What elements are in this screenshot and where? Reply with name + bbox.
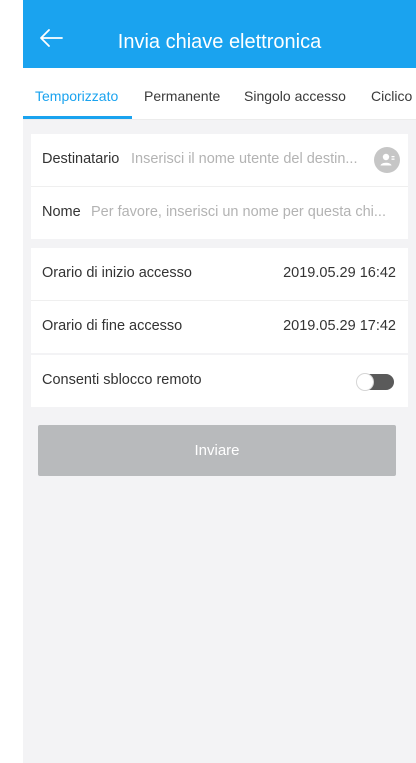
remote-unlock-toggle[interactable] <box>356 373 394 391</box>
tab-ciclico[interactable]: Ciclico <box>371 88 412 104</box>
send-button[interactable]: Inviare <box>38 425 396 476</box>
tab-singolo-accesso[interactable]: Singolo accesso <box>244 88 346 104</box>
time-card: Orario di inizio accesso 2019.05.29 16:4… <box>31 248 408 353</box>
app-bar: Invia chiave elettronica <box>23 0 416 68</box>
name-row[interactable]: Nome Per favore, inserisci un nome per q… <box>31 187 408 239</box>
end-time-label: Orario di fine accesso <box>42 318 183 334</box>
active-tab-indicator <box>23 116 132 119</box>
name-input[interactable]: Per favore, inserisci un nome per questa… <box>91 204 391 220</box>
tab-temporizzato[interactable]: Temporizzato <box>35 88 118 104</box>
start-time-label: Orario di inizio accesso <box>42 265 192 281</box>
start-time-value[interactable]: 2019.05.29 16:42 <box>283 265 396 281</box>
recipient-label: Destinatario <box>42 151 120 167</box>
tab-permanente[interactable]: Permanente <box>144 88 220 104</box>
contact-icon[interactable] <box>374 147 400 173</box>
remote-card: Consenti sblocco remoto <box>31 355 408 407</box>
app-screen: Invia chiave elettronica Temporizzato Pe… <box>23 0 416 763</box>
toggle-knob <box>356 373 374 391</box>
remote-unlock-label: Consenti sblocco remoto <box>42 372 202 388</box>
page-title: Invia chiave elettronica <box>117 31 322 53</box>
end-time-value[interactable]: 2019.05.29 17:42 <box>283 318 396 334</box>
name-label: Nome <box>42 204 81 220</box>
start-time-row[interactable]: Orario di inizio accesso 2019.05.29 16:4… <box>31 248 408 301</box>
end-time-row[interactable]: Orario di fine accesso 2019.05.29 17:42 <box>31 301 408 353</box>
recipient-input[interactable]: Inserisci il nome utente del destin... <box>131 151 367 167</box>
recipient-card: Destinatario Inserisci il nome utente de… <box>31 134 408 239</box>
remote-unlock-row: Consenti sblocco remoto <box>31 355 408 407</box>
recipient-row[interactable]: Destinatario Inserisci il nome utente de… <box>31 134 408 187</box>
tab-bar: Temporizzato Permanente Singolo accesso … <box>23 68 416 120</box>
